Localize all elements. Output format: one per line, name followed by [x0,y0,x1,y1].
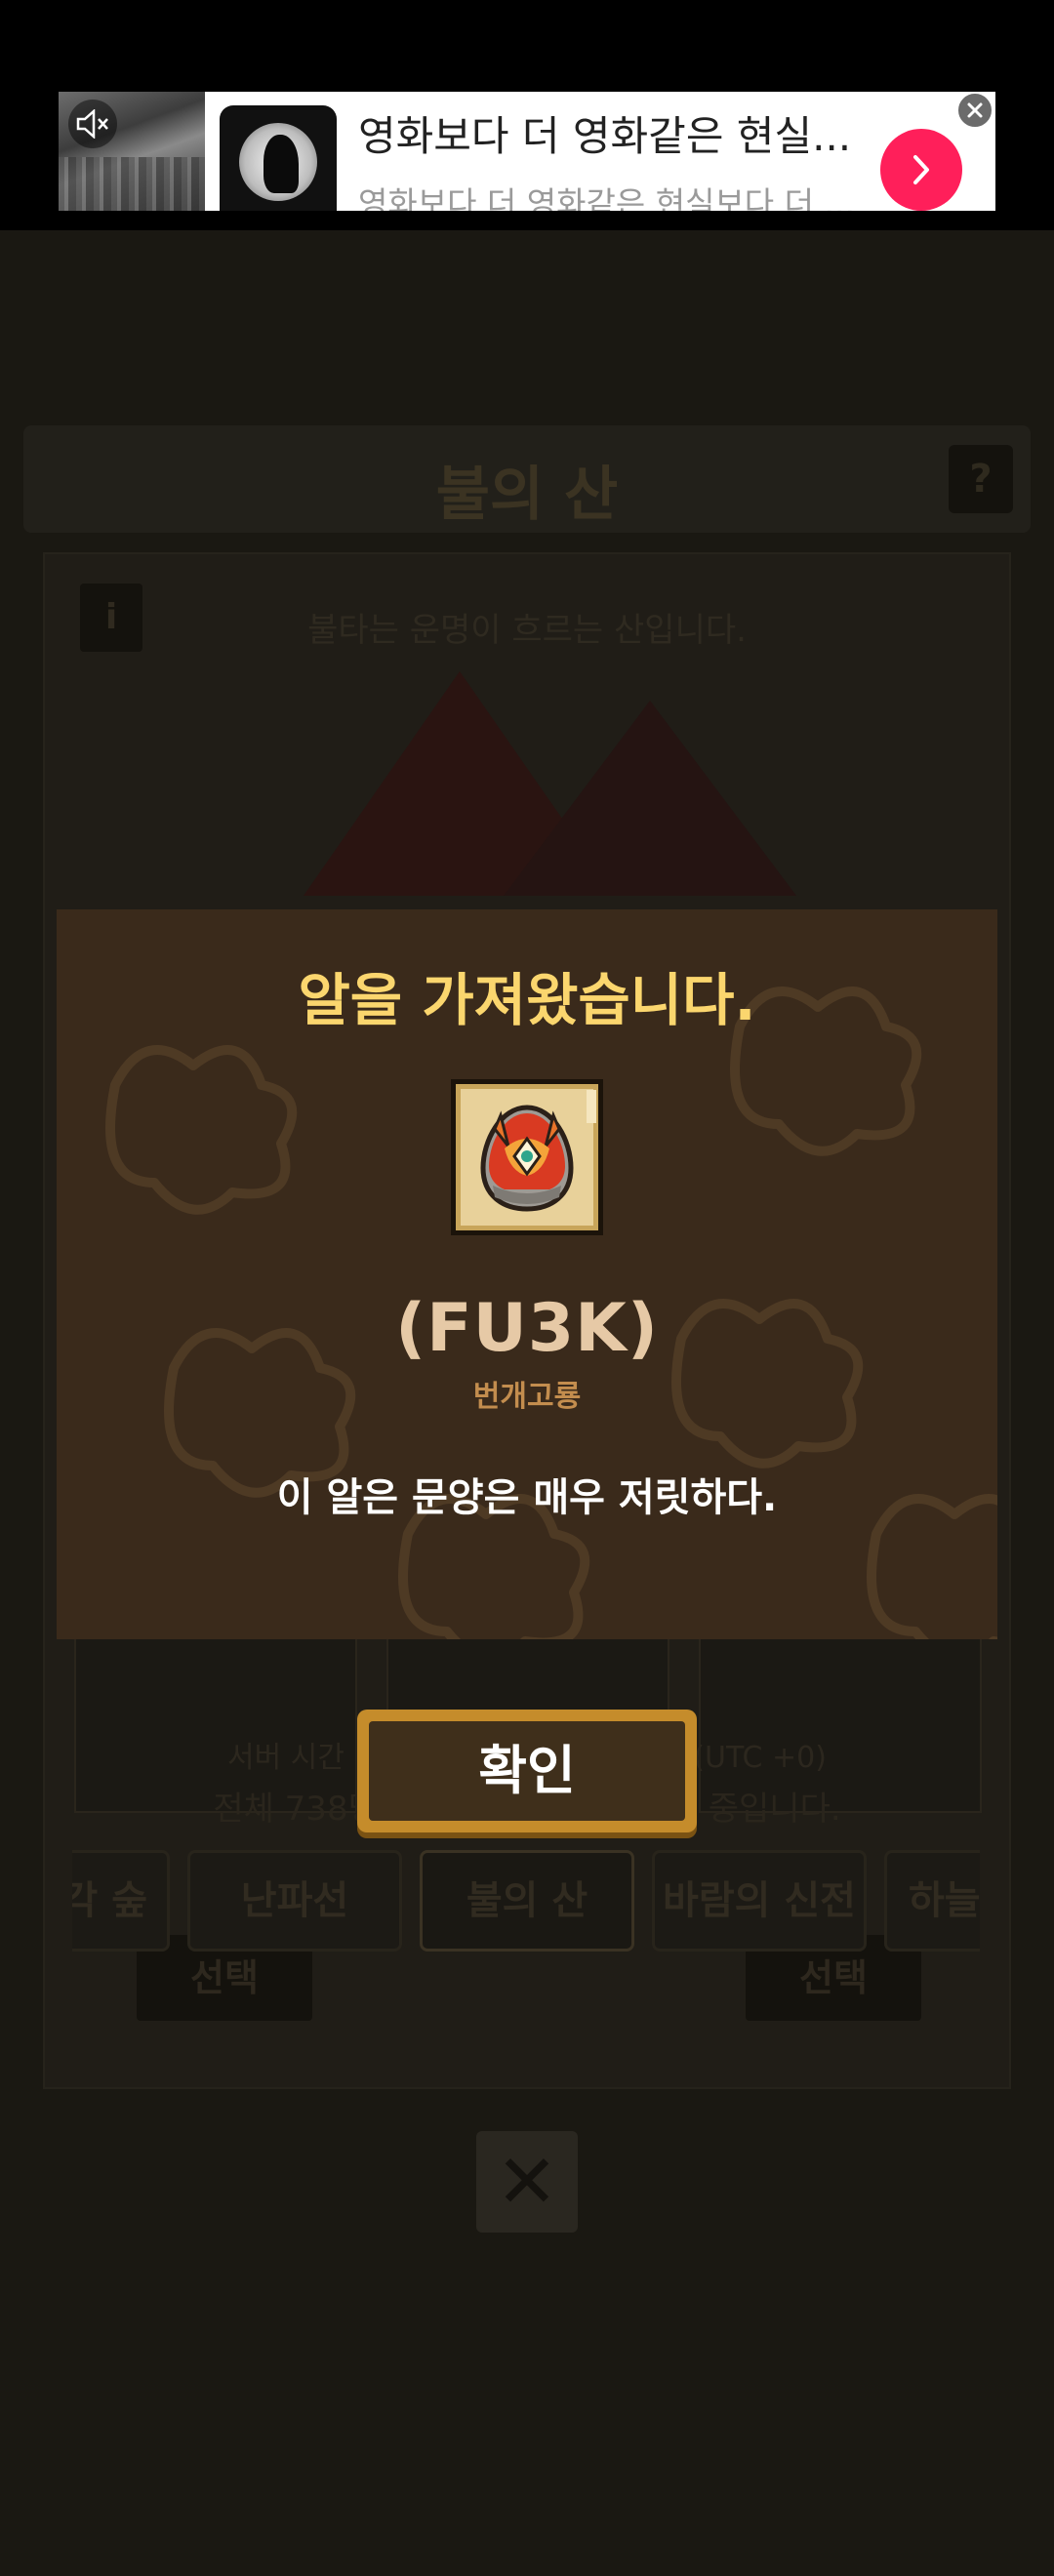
ad-close-button[interactable] [956,92,993,129]
map-tab-fire-mountain[interactable]: 불의 산 [420,1850,634,1952]
ad-subtitle[interactable]: 영화보다 더 영화같은 현실보다 더 ... [358,178,855,211]
egg-kind: 번개고룡 [472,1380,582,1414]
egg-description: 이 알은 문양은 매우 저릿하다. [276,1475,778,1520]
ad-banner[interactable]: 영화보다 더 영화같은 현실... 영화보다 더 영화같은 현실보다 더 ... [59,92,995,211]
close-x-icon[interactable]: ✕ [476,2131,578,2233]
map-tab-list[interactable]: 각 숲 난파선 불의 산 바람의 신전 하늘의 [72,1850,980,1957]
ad-logo[interactable] [220,105,337,211]
modal-title: 알을 가져왔습니다. [298,967,756,1033]
chevron-right-icon [913,155,929,184]
egg-item-frame [451,1079,603,1235]
map-title: 불의 산 [435,461,619,529]
map-tab-forest[interactable]: 각 숲 [72,1850,170,1952]
confirm-button-label: 확인 [369,1721,685,1821]
map-tab-wind-temple[interactable]: 바람의 신전 [652,1850,867,1952]
speaker-mute-icon[interactable] [68,100,117,148]
confirm-button[interactable]: 확인 [357,1710,697,1832]
egg-code: (FU3K) [395,1290,659,1367]
map-tab-shipwreck[interactable]: 난파선 [187,1850,402,1952]
close-icon [967,102,983,118]
ad-open-button[interactable] [880,129,962,211]
ad-title[interactable]: 영화보다 더 영화같은 현실... [358,103,851,163]
help-button[interactable]: ? [949,445,1013,513]
mountain-illustration [504,701,796,896]
map-description: 불타는 운명이 흐르는 산입니다. [307,611,747,650]
map-title-bar: 불의 산 ? [23,425,1031,533]
egg-result-modal: 알을 가져왔습니다. (FU3K) 번개고룡 이 알은 문양은 매우 저릿하다. [57,909,997,1639]
map-tab-sky[interactable]: 하늘의 [884,1850,980,1952]
dragon-egg-icon [480,1105,574,1212]
